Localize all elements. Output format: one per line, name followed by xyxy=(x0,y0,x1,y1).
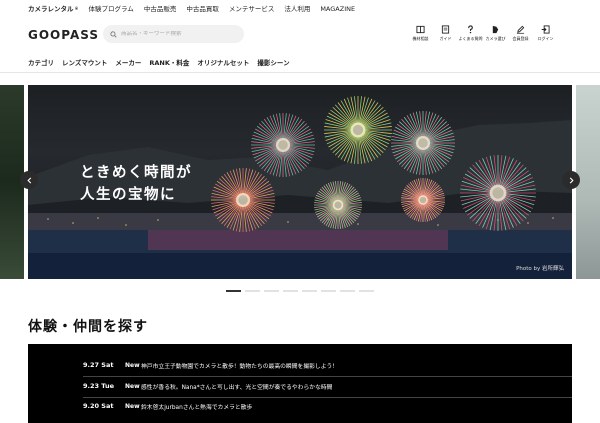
nav-maintenance[interactable]: メンテサービス xyxy=(229,3,275,15)
header-faq-button[interactable]: よくある質問 xyxy=(458,25,483,42)
login-icon xyxy=(541,25,550,34)
site-logo[interactable]: GOOPASS xyxy=(28,28,99,42)
carousel-next-button[interactable] xyxy=(562,171,580,189)
header-camera-select-button[interactable]: カメラ選び xyxy=(483,25,508,42)
carousel-indicators xyxy=(226,290,374,292)
category-nav-original-set[interactable]: オリジナルセット xyxy=(197,57,249,67)
header-register-button[interactable]: 会員登録 xyxy=(508,25,533,42)
category-nav-category[interactable]: カテゴリ xyxy=(28,57,54,67)
nav-business[interactable]: 法人利用 xyxy=(284,3,310,15)
nav-experience-program[interactable]: 体験プログラム xyxy=(89,3,134,15)
book-icon xyxy=(416,25,425,34)
event-item[interactable]: 9.20 Sat New 鈴木啓太jurbanさんと熱海でカメラと散歩 xyxy=(83,400,252,412)
nav-magazine[interactable]: MAGAZINE xyxy=(320,3,355,15)
category-nav: カテゴリ レンズマウント メーカー RANK・料金 オリジナルセット 撮影シーン xyxy=(28,57,290,67)
header-divider xyxy=(0,72,600,73)
event-divider xyxy=(83,397,572,398)
carousel-dot[interactable] xyxy=(245,290,260,292)
guide-icon xyxy=(441,25,450,34)
carousel-dot[interactable] xyxy=(302,290,317,292)
camera-select-icon xyxy=(492,25,499,34)
question-icon xyxy=(468,25,473,34)
category-nav-lens-mount[interactable]: レンズマウント xyxy=(62,57,107,67)
header-consult-button[interactable]: 機材相談 xyxy=(408,25,433,42)
header-icon-menu: 機材相談 ガイド よくある質問 カメラ選び 会員登録 ログイン xyxy=(408,25,558,42)
event-list: 9.27 Sat New 神戸市立王子動物園でカメラと散歩！動物たちの最高の瞬間… xyxy=(28,344,572,423)
top-utility-nav: カメラレンタル® 体験プログラム 中古品販売 中古品買取 メンテサービス 法人利… xyxy=(28,3,355,15)
search-icon xyxy=(110,30,117,38)
pen-icon xyxy=(516,25,525,34)
search-bar[interactable] xyxy=(103,25,244,43)
hero-headline-line1: ときめく時間が xyxy=(80,165,192,181)
nav-camera-rental[interactable]: カメラレンタル® xyxy=(28,3,79,15)
category-nav-maker[interactable]: メーカー xyxy=(115,57,141,67)
carousel-dot[interactable] xyxy=(340,290,355,292)
event-date: 9.27 Sat xyxy=(83,361,114,369)
carousel-dot[interactable] xyxy=(359,290,374,292)
chevron-left-icon xyxy=(26,176,31,184)
new-badge: New xyxy=(125,361,140,369)
hero-headline: ときめく時間が 人生の宝物に xyxy=(80,162,192,206)
nav-used-sales[interactable]: 中古品販売 xyxy=(144,3,177,15)
carousel-dot[interactable] xyxy=(321,290,336,292)
chevron-right-icon xyxy=(569,176,574,184)
photo-credit: Photo by 岩所輝弘 xyxy=(516,266,564,272)
hero-banner[interactable]: ときめく時間が 人生の宝物に Photo by 岩所輝弘 xyxy=(28,85,572,279)
event-date: 9.23 Tue xyxy=(83,382,115,390)
event-title: 感性が香る秋。Nana*さんと写し出す、光と空間が奏でるやわらかな時間 xyxy=(141,384,333,391)
header-guide-button[interactable]: ガイド xyxy=(433,25,458,42)
event-item[interactable]: 9.27 Sat New 神戸市立王子動物園でカメラと散歩！動物たちの最高の瞬間… xyxy=(83,359,338,371)
header-login-button[interactable]: ログイン xyxy=(533,25,558,42)
category-nav-rank-price[interactable]: RANK・料金 xyxy=(149,57,189,67)
nav-used-buyback[interactable]: 中古品買取 xyxy=(186,3,219,15)
carousel-prev-button[interactable] xyxy=(20,171,38,189)
event-divider xyxy=(83,376,572,377)
event-title: 鈴木啓太jurbanさんと熱海でカメラと散歩 xyxy=(141,404,253,411)
search-input[interactable] xyxy=(121,31,241,37)
new-badge: New xyxy=(125,382,140,390)
carousel-dot[interactable] xyxy=(283,290,298,292)
hero-headline-line2: 人生の宝物に xyxy=(80,187,176,203)
category-nav-shooting-scene[interactable]: 撮影シーン xyxy=(257,57,289,67)
event-item[interactable]: 9.23 Tue New 感性が香る秋。Nana*さんと写し出す、光と空間が奏で… xyxy=(83,380,332,392)
carousel-dot[interactable] xyxy=(226,290,241,292)
carousel-dot[interactable] xyxy=(264,290,279,292)
new-badge: New xyxy=(125,402,140,410)
event-date: 9.20 Sat xyxy=(83,402,114,410)
event-title: 神戸市立王子動物園でカメラと散歩！動物たちの最高の瞬間を撮影しよう！ xyxy=(141,363,339,370)
section-title: 体験・仲間を探す xyxy=(28,319,148,335)
